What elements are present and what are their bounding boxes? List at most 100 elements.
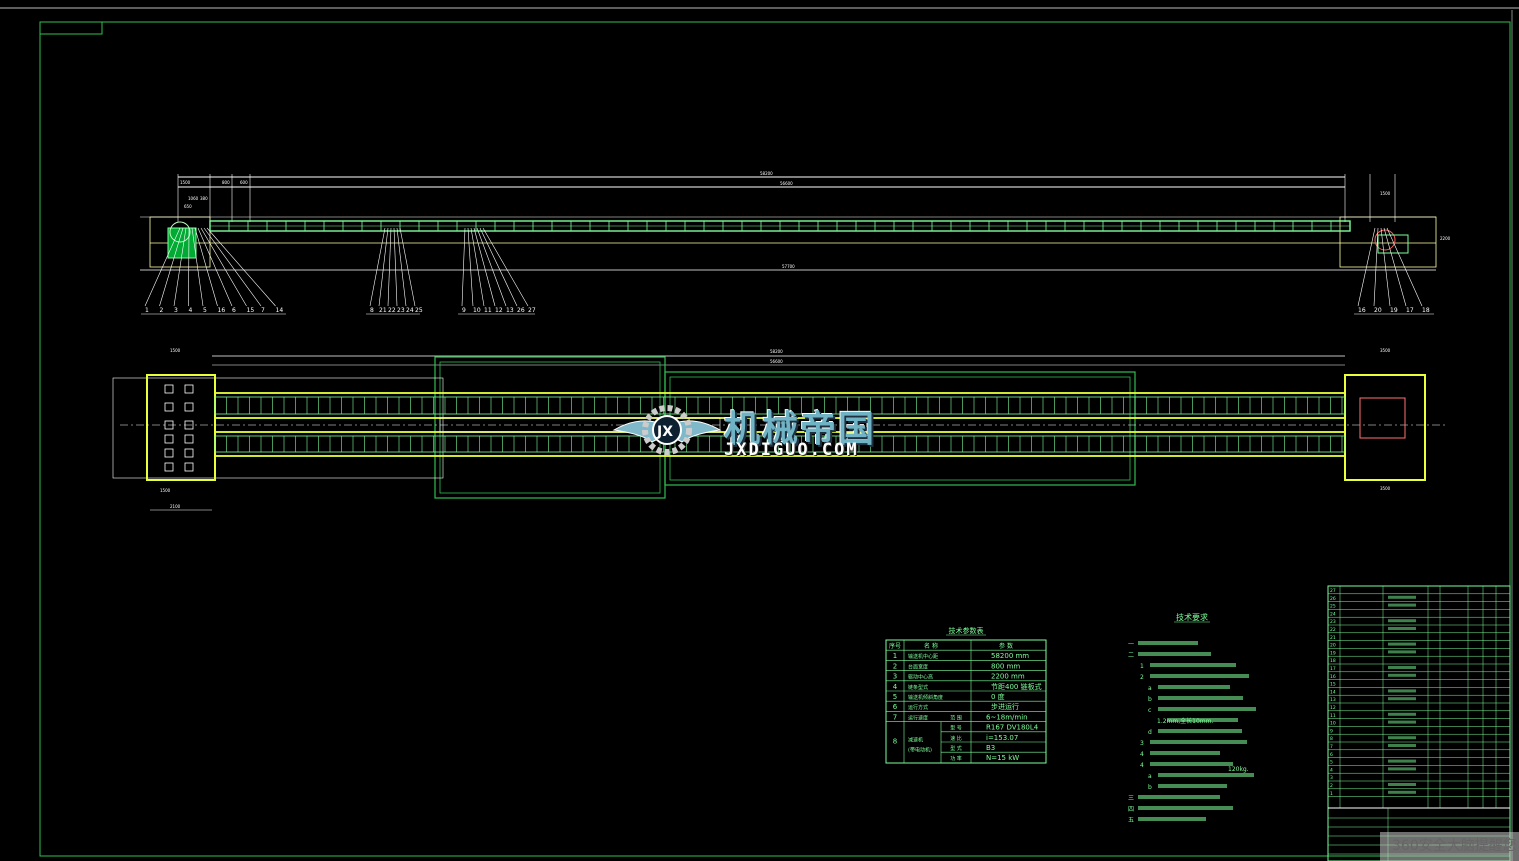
anchor-bolt [184, 384, 194, 394]
part-number: 18 [1422, 307, 1430, 314]
part-number: 9 [462, 307, 466, 314]
tech-req-text-block [1167, 718, 1238, 722]
tech-req-text-block [1138, 652, 1211, 656]
bom-row-number: 6 [1330, 752, 1333, 758]
part-number: 3 [174, 307, 178, 314]
tech-req-line: 3 [1140, 740, 1144, 747]
part-number: 16 [1358, 307, 1366, 314]
bom-row-number: 7 [1330, 744, 1333, 750]
svg-text:JX: JX [656, 424, 673, 440]
anchor-bolt [164, 448, 174, 458]
bom-cell-text [1388, 595, 1416, 599]
security-watermark: 360安全大脑提醒您 [1380, 832, 1519, 861]
bom-cell-text [1388, 712, 1416, 716]
bom-cell-text [1388, 619, 1416, 623]
tech-req-text-block [1138, 806, 1233, 810]
bom-row-number: 12 [1330, 705, 1336, 711]
bom-row-number: 17 [1330, 666, 1336, 672]
tech-req-text-block [1138, 641, 1198, 645]
part-number: 1 [145, 307, 149, 314]
leader-line [369, 227, 386, 307]
tech-req-text-block [1158, 784, 1227, 788]
leader-line [473, 227, 496, 307]
dim-text: 600 [240, 180, 248, 185]
gear-wings-icon: JX [612, 405, 722, 455]
part-number: 27 [528, 307, 536, 314]
anchor-bolt [184, 462, 194, 472]
bom-row-number: 11 [1330, 713, 1336, 719]
dim-text: 57700 [782, 264, 795, 269]
bom-cell-text [1388, 767, 1416, 771]
params-value: 58200 mm [991, 652, 1029, 660]
bom-row-number: 19 [1330, 650, 1336, 656]
tech-req-line: b [1148, 784, 1152, 791]
tech-req-text-block [1158, 685, 1230, 689]
bom-row-number: 15 [1330, 682, 1336, 688]
tech-req-text-block [1150, 751, 1220, 755]
part-number: 11 [484, 307, 492, 314]
bom-cell-text [1388, 790, 1416, 794]
tech-req-line: 1 [1140, 663, 1144, 670]
tech-req-text-block [1138, 795, 1220, 799]
part-number: 15 [247, 307, 255, 314]
dim-text: 56600 [780, 181, 793, 186]
bom-row-number: 23 [1330, 619, 1336, 625]
part-number: 25 [415, 307, 423, 314]
tech-req-line: a [1148, 773, 1152, 780]
params-value: R167 DV180L4 [986, 724, 1039, 732]
bom-cell-text [1388, 673, 1416, 677]
tech-req-text-block [1150, 762, 1233, 766]
leader-line [461, 227, 466, 307]
bom-cell-text [1388, 720, 1416, 724]
dim-text: 2100 [170, 504, 181, 509]
bom-row-number: 21 [1330, 635, 1336, 641]
bom-row-number: 14 [1330, 689, 1336, 695]
bom-row-number: 4 [1330, 767, 1333, 773]
tech-req-text-block [1150, 740, 1247, 744]
frame-corner-box [39, 21, 103, 35]
tech-req-text-block [1158, 696, 1243, 700]
leader-line [203, 227, 262, 307]
bom-row-number: 1 [1330, 791, 1333, 797]
tech-req-line: a [1148, 685, 1152, 692]
params-value: 800 mm [991, 662, 1020, 670]
dim-text: 58200 [760, 171, 773, 176]
params-no: 5 [893, 693, 897, 701]
tech-req-text-block [1158, 773, 1254, 777]
part-number: 17 [1406, 307, 1414, 314]
params-value: 节距400 链板式 [991, 682, 1042, 691]
bom-row-number: 20 [1330, 643, 1336, 649]
part-number: 13 [506, 307, 514, 314]
params-name: 输送机倾斜角度 [908, 694, 943, 701]
leader-line [470, 227, 485, 307]
leader-line [476, 227, 507, 307]
params-value: 0 度 [991, 692, 1005, 701]
tech-req-title: 技术要求 [1176, 612, 1208, 622]
anchor-bolt [164, 462, 174, 472]
tech-req-text-block [1150, 663, 1236, 667]
bom-row-number: 24 [1330, 611, 1336, 617]
params-no: 2 [893, 662, 897, 670]
bom-cell-text [1388, 627, 1416, 630]
bom-row-number: 10 [1330, 721, 1336, 727]
params-value: 步进运行 [991, 702, 1019, 711]
part-number: 8 [370, 307, 374, 314]
bom-row-number: 3 [1330, 775, 1333, 781]
tech-req-text-block [1158, 707, 1256, 711]
part-number: 2 [160, 307, 164, 314]
part-number: 14 [276, 307, 284, 314]
tech-req-line: 4 [1140, 751, 1144, 758]
tech-req-text-block [1158, 729, 1242, 733]
params-value: i=153.07 [986, 734, 1018, 742]
part-number: 12 [495, 307, 503, 314]
head-end-frame [1344, 374, 1426, 481]
leader-line [387, 227, 392, 307]
part-number: 7 [261, 307, 265, 314]
bom-row-number: 18 [1330, 658, 1336, 664]
leader-line [206, 227, 276, 307]
dim-text: 1500 [170, 348, 181, 353]
tech-req-line: 一 [1128, 641, 1134, 648]
params-value: N=15 kW [986, 754, 1019, 762]
params-name: 运行速度 [908, 714, 928, 721]
params-header: 参 数 [999, 642, 1013, 650]
